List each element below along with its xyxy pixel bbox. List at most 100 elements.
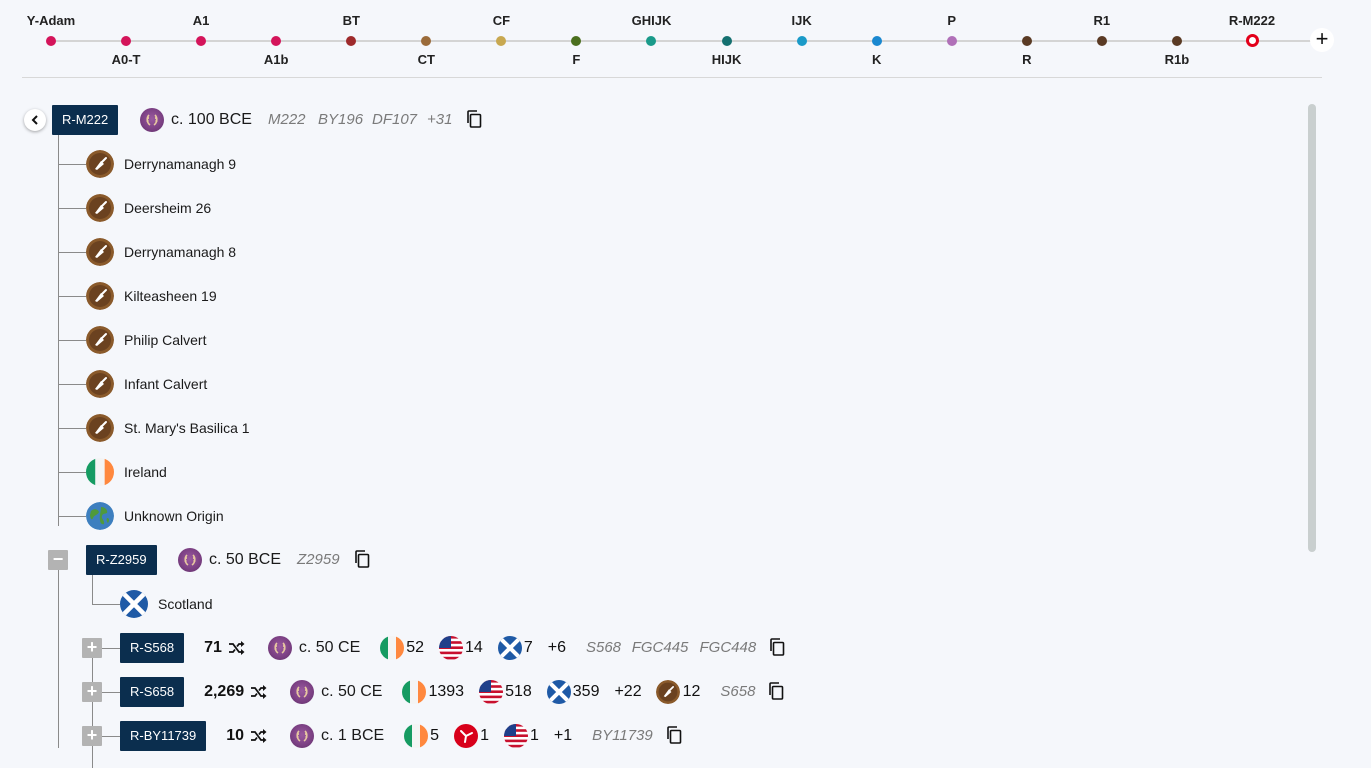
leaf-label[interactable]: Derrynamanagh 9	[124, 156, 236, 172]
laurel-age-icon	[290, 724, 315, 748]
timeline-node-a1[interactable]	[196, 36, 207, 46]
copy-icon[interactable]	[769, 638, 785, 656]
leaf-label[interactable]: Infant Calvert	[124, 376, 207, 392]
tree-connector	[58, 296, 86, 297]
timeline-label[interactable]: K	[872, 52, 881, 67]
root-age: c. 100 BCE	[171, 111, 252, 128]
shuffle-icon[interactable]	[250, 683, 268, 701]
expand-toggle-plus-icon[interactable]: +	[82, 682, 102, 702]
leaf-label[interactable]: Kilteasheen 19	[124, 288, 217, 304]
snp-label: FGC448	[699, 639, 757, 656]
haplogroup-tag-root[interactable]: R-M222	[52, 105, 119, 135]
leaf-label[interactable]: Deersheim 26	[124, 200, 211, 216]
snp-more-count[interactable]: +31	[427, 111, 452, 128]
leaf-label-scotland[interactable]: Scotland	[158, 596, 212, 612]
trowel-icon	[86, 414, 114, 442]
timeline-label[interactable]: BT	[343, 13, 360, 28]
timeline-label[interactable]: F	[572, 52, 580, 67]
laurel-age-icon	[140, 108, 164, 132]
timeline-label[interactable]: Y-Adam	[27, 13, 75, 28]
timeline-node-ct[interactable]	[421, 36, 432, 46]
tester-count: 71	[204, 639, 222, 656]
timeline-node-k[interactable]	[871, 36, 882, 46]
timeline-label[interactable]: A0-T	[112, 52, 141, 67]
leaf-label[interactable]: Unknown Origin	[124, 508, 224, 524]
haplogroup-tag[interactable]: R-S568	[120, 633, 185, 663]
timeline-label[interactable]: GHIJK	[632, 13, 672, 28]
snp-label: S568	[585, 639, 622, 656]
country-count: 518	[505, 683, 532, 700]
timeline-node-r1b[interactable]	[1171, 36, 1182, 46]
tree-connector	[58, 516, 86, 517]
expand-toggle-plus-icon[interactable]: +	[82, 638, 102, 658]
laurel-age-icon	[290, 680, 315, 704]
more-countries-count[interactable]: +1	[554, 727, 572, 745]
haplogroup-tag[interactable]: R-BY11739	[120, 721, 207, 751]
timeline-label[interactable]: A1b	[264, 52, 289, 67]
copy-icon[interactable]	[666, 726, 682, 744]
timeline-node-ghijk[interactable]	[646, 36, 657, 46]
timeline-node-y-adam[interactable]	[46, 36, 56, 46]
more-countries-count[interactable]: +6	[548, 639, 566, 657]
timeline-expand-plus-icon[interactable]: +	[1310, 28, 1334, 52]
subclade-age: c. 50 CE	[321, 683, 383, 700]
haplogroup-tag-z2959[interactable]: R-Z2959	[86, 545, 157, 575]
tree-connector	[92, 575, 93, 604]
tree-connector	[58, 384, 86, 385]
copy-icon[interactable]	[466, 110, 482, 128]
timeline-label[interactable]: CT	[418, 52, 435, 67]
subclade-age: c. 50 CE	[298, 639, 361, 656]
leaf-label[interactable]: Derrynamanagh 8	[124, 244, 236, 260]
timeline-node-r1[interactable]	[1096, 36, 1107, 46]
timeline-label[interactable]: R1	[1094, 13, 1111, 28]
timeline-node-ijk[interactable]	[796, 36, 807, 46]
timeline-node-r[interactable]	[1021, 36, 1032, 46]
shuffle-icon[interactable]	[228, 639, 246, 657]
timeline-label[interactable]: R-M222	[1229, 13, 1275, 28]
timeline-node-hijk[interactable]	[721, 36, 732, 46]
usa-flag-icon	[439, 636, 463, 660]
haplogroup-tag[interactable]: R-S658	[120, 677, 185, 707]
trowel-icon	[86, 326, 114, 354]
collapse-toggle-minus-icon[interactable]: −	[48, 550, 68, 570]
timeline-node-bt[interactable]	[346, 36, 357, 46]
tree-connector	[58, 340, 86, 341]
scotland-flag-icon	[498, 636, 522, 660]
shuffle-icon[interactable]	[250, 727, 268, 745]
ancient-count: 12	[682, 683, 701, 700]
timeline-node-a1b[interactable]	[271, 36, 282, 46]
copy-icon[interactable]	[768, 682, 784, 700]
timeline-label[interactable]: CF	[493, 13, 510, 28]
leaf-label[interactable]: Philip Calvert	[124, 332, 206, 348]
trowel-icon	[86, 282, 114, 310]
snp-label: Z2959	[297, 551, 340, 568]
timeline-node-f[interactable]	[571, 36, 582, 46]
timeline-node-p[interactable]	[946, 36, 957, 46]
timeline-label[interactable]: R	[1022, 52, 1031, 67]
timeline-node-r-m222[interactable]	[1245, 34, 1259, 47]
timeline-label[interactable]: R1b	[1165, 52, 1190, 67]
trowel-icon	[86, 194, 114, 222]
country-count: 1	[480, 727, 489, 744]
country-count: 5	[430, 727, 440, 744]
leaf-label[interactable]: St. Mary's Basilica 1	[124, 420, 250, 436]
timeline-label[interactable]: HIJK	[712, 52, 742, 67]
trowel-icon	[656, 680, 680, 704]
copy-icon[interactable]	[354, 550, 370, 568]
leaf-label[interactable]: Ireland	[124, 464, 167, 480]
scotland-flag-icon	[547, 680, 571, 704]
usa-flag-icon	[504, 724, 528, 748]
timeline-label[interactable]: IJK	[791, 13, 811, 28]
globe-icon	[86, 502, 114, 530]
vertical-scrollbar[interactable]	[1308, 104, 1316, 552]
tester-count: 2,269	[204, 683, 245, 700]
expand-toggle-plus-icon[interactable]: +	[82, 726, 102, 746]
timeline-node-a0-t[interactable]	[121, 36, 132, 46]
timeline-label[interactable]: P	[947, 13, 956, 28]
timeline-node-cf[interactable]	[496, 36, 507, 46]
back-chevron-left-icon[interactable]	[24, 109, 46, 131]
timeline-label[interactable]: A1	[193, 13, 210, 28]
tree-connector	[58, 164, 86, 165]
more-countries-count[interactable]: +22	[614, 683, 641, 701]
laurel-age-icon	[267, 636, 292, 660]
